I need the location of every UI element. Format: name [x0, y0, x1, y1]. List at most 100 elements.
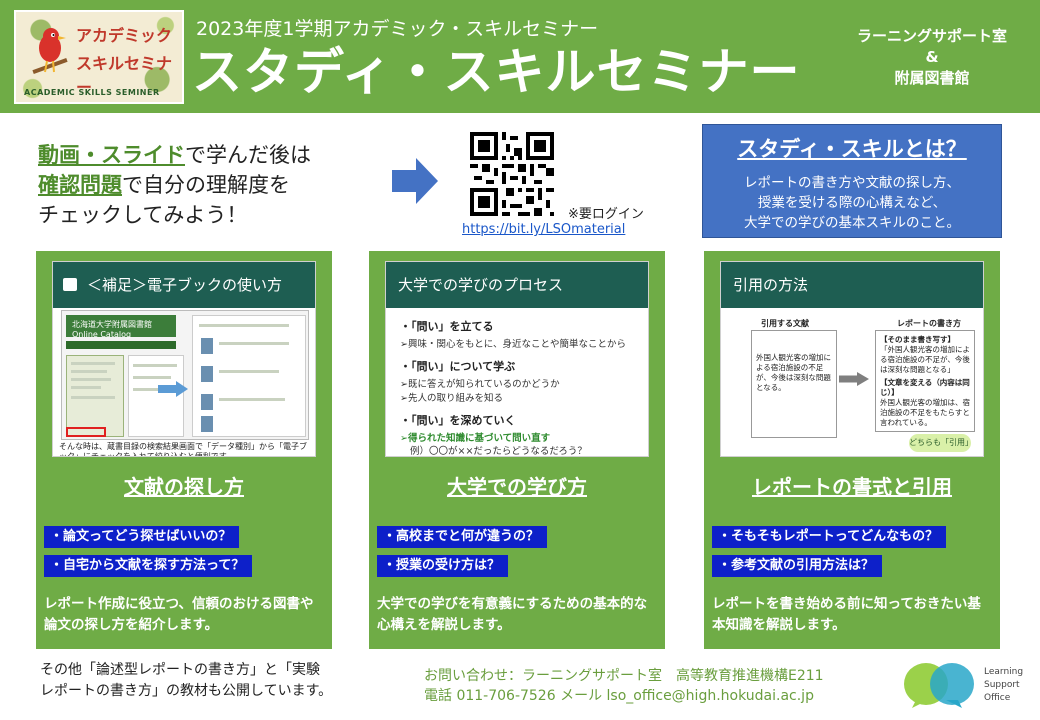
card-university-learning[interactable]: 大学での学びのプロセス ・「問い」を立てる ➢興味・関心をもとに、身近なことや簡…: [369, 251, 665, 649]
book-icon: [63, 278, 77, 291]
question-tag: ・参考文献の引用方法は？: [712, 555, 883, 577]
page-subtitle: 2023年度1学期アカデミック・スキルセミナー: [196, 18, 599, 40]
header-banner: アカデミック スキルセミナー ACADEMIC SKILLS SEMINER 2…: [0, 0, 1040, 113]
citation-text: 「外国人観光客の増加による宿泊施設の不足が、今後は深刻な問題となる」: [880, 345, 970, 374]
citation-heading: 【そのまま書き写す】: [880, 335, 955, 344]
definition-title-text: スタディ・スキルとは？: [737, 137, 967, 161]
intro-line2-rest: で自分の理解度を: [122, 173, 290, 197]
line: [219, 342, 289, 345]
organizer: ラーニングサポート室 & 附属図書館: [842, 26, 1022, 89]
slide-bullet: ・「問い」について学ぶ: [400, 360, 516, 373]
arrow-right-icon: [392, 158, 438, 204]
card-description: 大学での学びを有意義にするための基本的な心構えを解説します。: [377, 596, 648, 633]
logo-text-line1: アカデミック: [76, 26, 173, 45]
card-description: レポート作成に役立つ、信頼のおける図書や論文の探し方を紹介します。: [44, 596, 314, 633]
question-tag: ・高校までと何が違うの？: [377, 526, 548, 548]
line: [71, 386, 101, 389]
slide-thumbnail-ebook[interactable]: ＜補足＞電子ブックの使い方 北海道大学附属図書館 Online Catalog: [52, 261, 316, 457]
logo-text-line3: ACADEMIC SKILLS SEMINER: [24, 88, 160, 97]
line: [133, 364, 177, 367]
book-thumb: [201, 338, 213, 354]
card-title[interactable]: 大学での学び方: [369, 471, 665, 500]
catalog-detail: [192, 315, 306, 437]
lso-logo-text: Learning Support Office: [984, 666, 1023, 705]
login-required-note: ※要ログイン: [568, 207, 644, 222]
definition-text: レポートの書き方や文献の探し方、 授業を受ける際の心構えなど、 大学での学びの基…: [703, 173, 1001, 233]
slide-bullet: ・「問い」を立てる: [400, 320, 494, 333]
card-description: レポートを書き始める前に知っておきたい基本知識を解説します。: [712, 596, 981, 633]
contact-info: お問い合わせ：ラーニングサポート室 高等教育推進機構E211 電話 011-70…: [424, 666, 824, 706]
slide-bullet: ・「問い」を深めていく: [400, 414, 516, 427]
contact-line1: お問い合わせ：ラーニングサポート室 高等教育推進機構E211: [424, 668, 824, 684]
book-thumb: [201, 366, 213, 382]
study-skill-definition-box: スタディ・スキルとは？ レポートの書き方や文献の探し方、 授業を受ける際の心構え…: [702, 124, 1002, 238]
slide-subbullet: ➢興味・関心をもとに、身近なことや簡単なことから: [400, 339, 626, 350]
source-text-box: 外国人観光客の増加による宿泊施設の不足が、今後は深刻な問題となる。: [751, 330, 837, 438]
intro-highlight-video: 動画・スライド: [38, 143, 185, 167]
contact-line2: 電話 011-706-7526 メール lso_office@high.hoku…: [424, 688, 814, 704]
organizer-line1: ラーニングサポート室: [856, 27, 1007, 45]
definition-line1: レポートの書き方や文献の探し方、: [744, 175, 960, 191]
report-text-box: 【そのまま書き写す】 「外国人観光客の増加による宿泊施設の不足が、今後は深刻な問…: [875, 330, 975, 432]
card-title[interactable]: 文献の探し方: [36, 471, 332, 500]
line: [71, 378, 111, 381]
catalog-sidebar: [66, 355, 124, 437]
intro-line3: チェックしてみよう！: [38, 203, 248, 227]
question-tag: ・そもそもレポートってどんなもの？: [712, 526, 947, 548]
line: [71, 362, 115, 365]
slide-subbullet: ➢先人の取り組みを知る: [400, 393, 503, 404]
line: [71, 396, 115, 399]
catalog-screenshot: 北海道大学附属図書館 Online Catalog: [61, 310, 309, 440]
intro-highlight-quiz: 確認問題: [38, 173, 122, 197]
page-title: スタディ・スキルセミナー: [192, 43, 801, 101]
slide-subbullet: ➢得られた知識に基づいて問い直す: [400, 433, 551, 444]
bird-icon: [32, 28, 68, 75]
catalog-nav: [66, 341, 176, 349]
slide-subbullet: ➢既に答えが知られているのかどうか: [400, 379, 560, 390]
citation-text: 外国人観光客の増加は、宿泊施設の不足をもたらすと言われている。: [880, 398, 970, 427]
citation-heading: 【文章を変える（内容は同じ）】: [880, 378, 970, 397]
other-materials-line2: レポートの書き方」の教材も公開しています。: [40, 683, 333, 699]
lso-text-line3: Office: [984, 693, 1011, 703]
speech-bubble: どちらも「引用」: [909, 434, 973, 452]
other-materials-line1: その他「論述型レポートの書き方」と「実験: [40, 662, 320, 678]
definition-line3: 大学での学びの基本スキルのこと。: [744, 215, 960, 231]
definition-line2: 授業を受ける際の心構えなど、: [757, 195, 947, 211]
slide-caption: そんな時は、蔵書目録の検索結果画面で「データ種別」から「電子ブック」にチェックを…: [59, 442, 307, 457]
line: [199, 324, 289, 327]
lso-text-line2: Support: [984, 680, 1020, 690]
card-literature-search[interactable]: ＜補足＞電子ブックの使い方 北海道大学附属図書館 Online Catalog: [36, 251, 332, 649]
definition-title: スタディ・スキルとは？: [703, 133, 1001, 163]
book-thumb: [201, 394, 213, 410]
card-title[interactable]: レポートの書式と引用: [704, 471, 1000, 500]
question-tag: ・授業の受け方は？: [377, 555, 509, 577]
catalog-header: 北海道大学附属図書館 Online Catalog: [66, 315, 176, 339]
lso-logo-icon: [904, 663, 974, 708]
question-tag: ・論文ってどう探せばいいの？: [44, 526, 240, 548]
seminar-logo: アカデミック スキルセミナー ACADEMIC SKILLS SEMINER: [14, 10, 184, 104]
question-tag: ・自宅から文献を探す方法って？: [44, 555, 253, 577]
slide-title: 引用の方法: [733, 276, 809, 294]
catalog-results: [128, 355, 184, 437]
other-materials-note: その他「論述型レポートの書き方」と「実験 レポートの書き方」の教材も公開していま…: [40, 660, 332, 702]
line: [133, 376, 171, 379]
qr-code-icon[interactable]: [470, 132, 554, 216]
column-heading: 引用する文献: [761, 319, 809, 328]
book-thumb: [201, 416, 213, 432]
slide-thumbnail-citation[interactable]: 引用の方法 引用する文献 レポートの書き方 外国人観光客の増加による宿泊施設の不…: [720, 261, 984, 457]
arrow-right-icon: [839, 372, 869, 386]
slide-example: 例）〇〇が××だったらどうなるだろう？: [410, 446, 587, 457]
intro-line1-rest: で学んだ後は: [185, 143, 311, 167]
organizer-line2: &: [925, 48, 939, 66]
intro-text: 動画・スライドで学んだ後は 確認問題で自分の理解度を チェックしてみよう！: [38, 140, 311, 230]
line: [71, 370, 107, 373]
material-link[interactable]: https://bit.ly/LSOmaterial: [462, 222, 625, 237]
organizer-line3: 附属図書館: [894, 69, 970, 87]
slide-thumbnail-learning-process[interactable]: 大学での学びのプロセス ・「問い」を立てる ➢興味・関心をもとに、身近なことや簡…: [385, 261, 649, 457]
intro-line1: 動画・スライドで学んだ後は: [38, 140, 311, 170]
card-report-format[interactable]: 引用の方法 引用する文献 レポートの書き方 外国人観光客の増加による宿泊施設の不…: [704, 251, 1000, 649]
line: [219, 370, 279, 373]
catalog-header-text: 北海道大学附属図書館 Online Catalog: [72, 320, 152, 339]
line: [219, 398, 285, 401]
column-heading: レポートの書き方: [897, 319, 961, 328]
